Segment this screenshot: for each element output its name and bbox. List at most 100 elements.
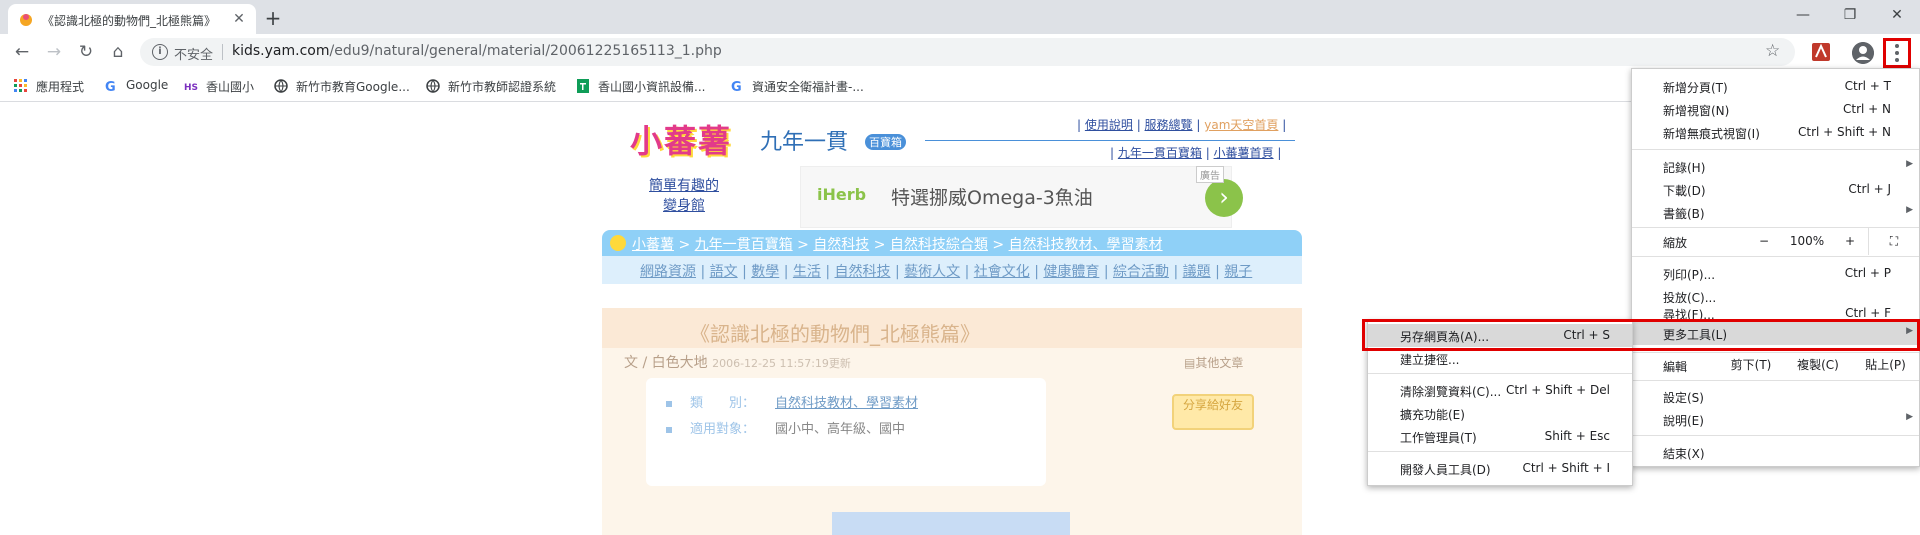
omnibox-divider xyxy=(222,44,223,60)
bookmark-apps[interactable]: 應用程式 xyxy=(14,78,94,96)
security-status[interactable]: 不安全 xyxy=(174,44,213,63)
pdf-extension-icon[interactable] xyxy=(1811,42,1831,62)
menu-shortcut: Shift + Esc xyxy=(1544,429,1610,443)
bookmark-hccg-google[interactable]: 新竹市教育Google... xyxy=(274,78,414,96)
paste-button[interactable]: 貼上(P) xyxy=(1852,353,1919,378)
breadcrumb-item[interactable]: 自然科技 xyxy=(813,237,869,253)
reload-button[interactable]: ↻ xyxy=(74,40,98,64)
share-button[interactable]: 分享給好友 xyxy=(1172,394,1254,430)
category-item[interactable]: 社會文化 xyxy=(974,264,1030,280)
submenu-task-manager[interactable]: 工作管理員(T) Shift + Esc xyxy=(1368,425,1632,448)
green-sheet-icon xyxy=(577,79,589,93)
breadcrumb-sep: > xyxy=(987,237,1009,253)
address-bar[interactable]: i 不安全 kids.yam.com/edu9/natural/general/… xyxy=(140,38,1795,66)
menu-label: 下載(D) xyxy=(1663,184,1706,198)
category-item[interactable]: 議題 xyxy=(1183,264,1211,280)
menu-exit[interactable]: 結束(X) xyxy=(1632,441,1919,464)
article-panel: 《認識北極的動物們_北極熊篇》 文 / 白色大地 2006-12-25 11:5… xyxy=(602,308,1302,535)
other-articles-link[interactable]: ▤其他文章 xyxy=(1184,354,1243,371)
hs-icon: HS xyxy=(184,83,198,93)
link-yam-home[interactable]: yam天空首頁 xyxy=(1204,118,1278,132)
restore-button[interactable]: ❐ xyxy=(1827,2,1873,28)
menu-print[interactable]: 列印(P)... Ctrl + P xyxy=(1632,262,1919,285)
minimize-button[interactable]: — xyxy=(1780,2,1826,28)
link-edu9[interactable]: 九年一貫百寶箱 xyxy=(1118,146,1202,160)
profile-avatar-icon[interactable] xyxy=(1852,42,1874,64)
submenu-arrow-icon: ▶ xyxy=(1906,326,1913,336)
category-item[interactable]: 自然科技 xyxy=(835,264,891,280)
category-item[interactable]: 健康體育 xyxy=(1043,264,1099,280)
menu-settings[interactable]: 設定(S) xyxy=(1632,385,1919,408)
bookmark-infosec[interactable]: G 資通安全衛福計畫-... xyxy=(730,78,880,96)
menu-label: 說明(E) xyxy=(1663,414,1704,428)
category-item[interactable]: 數學 xyxy=(751,264,779,280)
link-help[interactable]: 使用說明 xyxy=(1085,118,1133,132)
bookmark-google[interactable]: G Google xyxy=(104,78,174,96)
google-icon: G xyxy=(731,80,742,93)
bookmark-star-icon[interactable]: ☆ xyxy=(1765,41,1780,61)
zoom-in-button[interactable]: + xyxy=(1832,228,1868,255)
new-tab-button[interactable]: + xyxy=(262,8,284,30)
breadcrumb-item[interactable]: 自然科技綜合類 xyxy=(890,237,988,253)
menu-more-tools[interactable]: 更多工具(L) ▶ xyxy=(1632,321,1919,345)
url-text[interactable]: kids.yam.com/edu9/natural/general/materi… xyxy=(232,43,722,59)
back-button[interactable]: ← xyxy=(10,40,34,64)
ad-banner[interactable]: iHerb 特選挪威Omega-3魚油 › xyxy=(800,166,1243,228)
bookmark-label: 新竹市教師認證系統 xyxy=(448,80,557,94)
breadcrumb-item[interactable]: 九年一貫百寶箱 xyxy=(695,237,793,253)
site-logo[interactable]: 小蕃薯 xyxy=(630,116,750,160)
menu-label: 結束(X) xyxy=(1663,447,1705,461)
link-kids-home[interactable]: 小蕃薯首頁 xyxy=(1214,146,1274,160)
category-item[interactable]: 親子 xyxy=(1224,264,1252,280)
menu-new-incognito[interactable]: 新增無痕式視窗(I) Ctrl + Shift + N xyxy=(1632,121,1919,144)
breadcrumb-item[interactable]: 小蕃薯 xyxy=(632,237,674,253)
apps-grid-icon xyxy=(14,79,27,92)
submenu-extensions[interactable]: 擴充功能(E) xyxy=(1368,402,1632,425)
home-button[interactable]: ⌂ xyxy=(106,40,130,64)
breadcrumb-item[interactable]: 自然科技教材、學習素材 xyxy=(1009,237,1163,253)
submenu-clear-browsing-data[interactable]: 清除瀏覽資料(C)... Ctrl + Shift + Del xyxy=(1368,379,1632,402)
menu-help[interactable]: 說明(E) ▶ xyxy=(1632,408,1919,431)
submenu-arrow-icon: ▶ xyxy=(1906,205,1913,215)
bookmark-teacher-auth[interactable]: 新竹市教師認證系統 xyxy=(426,78,566,96)
forward-button[interactable]: → xyxy=(42,40,66,64)
fullscreen-icon[interactable]: ⛶ xyxy=(1868,228,1919,255)
link-services[interactable]: 服務總覽 xyxy=(1145,118,1193,132)
category-item[interactable]: 綜合活動 xyxy=(1113,264,1169,280)
chrome-menu-button[interactable] xyxy=(1883,38,1911,68)
bookmark-it-equipment[interactable]: 香山國小資訊設備... xyxy=(576,78,716,96)
menu-shortcut: Ctrl + F xyxy=(1845,306,1891,320)
copy-button[interactable]: 複製(C) xyxy=(1784,353,1852,378)
menu-new-window[interactable]: 新增視窗(N) Ctrl + N xyxy=(1632,98,1919,121)
category-item[interactable]: 網路資源 xyxy=(640,264,696,280)
breadcrumb-sep: > xyxy=(792,237,814,253)
browser-tab[interactable]: 《認識北極的動物們_北極熊篇》 ✕ xyxy=(8,4,256,34)
breadcrumb: 小蕃薯 > 九年一貫百寶箱 > 自然科技 > 自然科技綜合類 > 自然科技教材、… xyxy=(602,230,1302,256)
bullet-icon xyxy=(666,400,672,407)
menu-label: 設定(S) xyxy=(1663,391,1704,405)
zoom-out-button[interactable]: − xyxy=(1746,228,1782,255)
category-item[interactable]: 生活 xyxy=(793,264,821,280)
ad-link-transform[interactable]: 簡單有趣的變身館 xyxy=(644,176,724,216)
category-item[interactable]: 語文 xyxy=(710,264,738,280)
ad-arrow-icon[interactable]: › xyxy=(1205,179,1243,217)
menu-history[interactable]: 記錄(H) ▶ xyxy=(1632,155,1919,178)
menu-bookmarks[interactable]: 書籤(B) ▶ xyxy=(1632,201,1919,224)
menu-downloads[interactable]: 下載(D) Ctrl + J xyxy=(1632,178,1919,201)
menu-find[interactable]: 尋找(F)... Ctrl + F xyxy=(1632,302,1919,320)
globe-icon xyxy=(426,79,440,93)
bookmark-hsps[interactable]: HS 香山國小 xyxy=(184,78,264,96)
menu-label: 更多工具(L) xyxy=(1663,328,1728,342)
category-item[interactable]: 藝術人文 xyxy=(904,264,960,280)
menu-label: 書籤(B) xyxy=(1663,207,1705,221)
article-author: 白色大地 xyxy=(651,355,708,371)
tab-close-icon[interactable]: ✕ xyxy=(230,10,248,28)
close-window-button[interactable]: ✕ xyxy=(1874,2,1920,28)
menu-new-tab[interactable]: 新增分頁(T) Ctrl + T xyxy=(1632,75,1919,98)
info-icon[interactable]: i xyxy=(152,44,168,60)
submenu-save-page-as[interactable]: 另存網頁為(A)... Ctrl + S xyxy=(1368,324,1632,347)
cut-button[interactable]: 剪下(T) xyxy=(1718,353,1784,378)
info-value-link[interactable]: 自然科技教材、學習素材 xyxy=(775,396,918,411)
submenu-developer-tools[interactable]: 開發人員工具(D) Ctrl + Shift + I xyxy=(1368,457,1632,480)
submenu-create-shortcut[interactable]: 建立捷徑... xyxy=(1368,347,1632,370)
